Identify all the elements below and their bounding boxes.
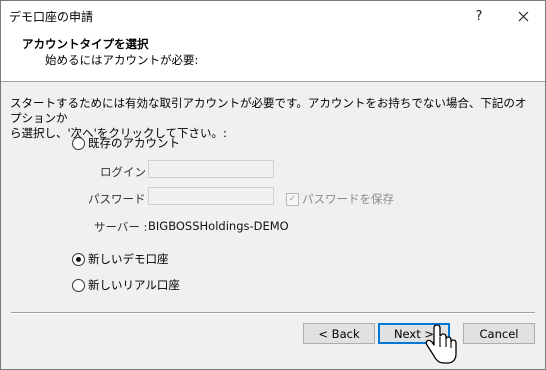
password-input[interactable] bbox=[148, 187, 274, 205]
radio-new-real-indicator[interactable] bbox=[72, 278, 85, 292]
save-password-checkbox[interactable]: ✓ パスワードを保存 bbox=[286, 191, 394, 207]
header-subtitle: 始めるにはアカウントが必要: bbox=[45, 53, 199, 67]
radio-new-real-label: 新しいリアル口座 bbox=[88, 278, 180, 292]
radio-new-real[interactable]: 新しいリアル口座 bbox=[72, 277, 180, 293]
login-label: ログイン : bbox=[100, 165, 154, 179]
header-title: アカウントタイプを選択 bbox=[22, 37, 149, 51]
server-value: BIGBOSSHoldings-DEMO bbox=[148, 219, 289, 233]
radio-existing-label: 既存のアカウント bbox=[88, 136, 180, 150]
login-input[interactable] bbox=[148, 160, 274, 178]
back-button[interactable]: < Back bbox=[303, 323, 375, 344]
password-label: パスワード : bbox=[88, 192, 154, 206]
cancel-button[interactable]: Cancel bbox=[463, 323, 535, 344]
close-button[interactable] bbox=[503, 1, 543, 31]
wizard-header: アカウントタイプを選択 始めるにはアカウントが必要: bbox=[1, 31, 545, 82]
radio-new-demo[interactable]: 新しいデモ口座 bbox=[72, 251, 169, 267]
save-password-check-icon[interactable]: ✓ bbox=[286, 192, 299, 206]
title-bar: デモ口座の申請 ? bbox=[1, 1, 545, 31]
footer-separator bbox=[11, 312, 535, 314]
description-line-1: スタートするためには有効な取引アカウントが必要です。アカウントをお持ちでない場合… bbox=[10, 96, 527, 125]
radio-new-demo-indicator[interactable] bbox=[72, 252, 85, 266]
dialog-window: デモ口座の申請 ? アカウントタイプを選択 始めるにはアカウントが必要: スター… bbox=[0, 0, 546, 370]
help-button[interactable]: ? bbox=[459, 1, 499, 31]
radio-existing-indicator[interactable] bbox=[72, 136, 85, 150]
close-icon bbox=[518, 11, 528, 21]
save-password-label: パスワードを保存 bbox=[302, 192, 394, 206]
dialog-title: デモ口座の申請 bbox=[9, 10, 94, 24]
radio-new-demo-label: 新しいデモ口座 bbox=[88, 252, 169, 266]
radio-existing-account[interactable]: 既存のアカウント bbox=[72, 135, 180, 151]
server-label: サーバー : bbox=[94, 220, 148, 234]
hand-pointer-icon bbox=[425, 324, 457, 364]
